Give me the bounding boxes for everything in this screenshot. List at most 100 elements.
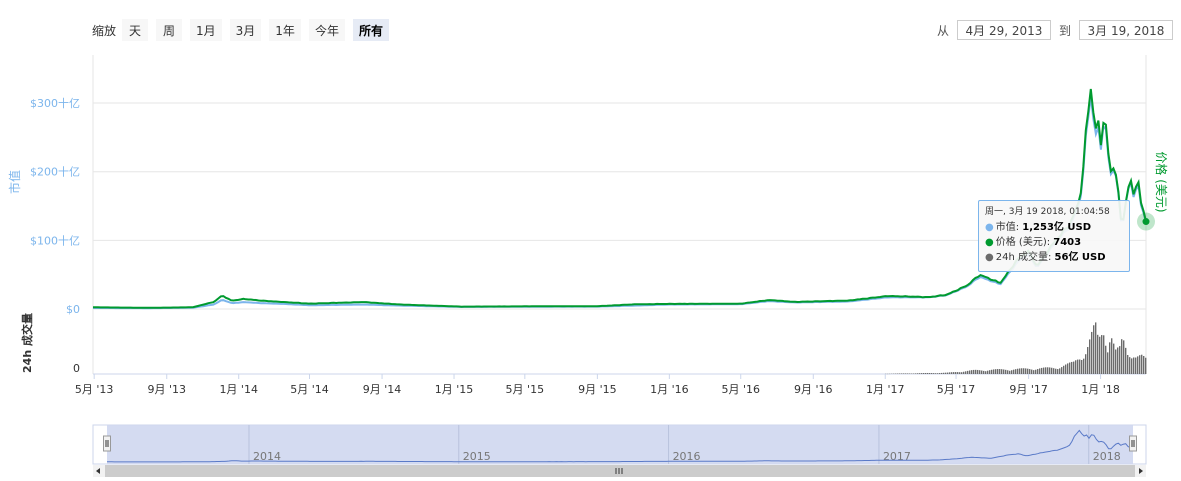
volume-bar [967, 370, 969, 374]
tooltip-market-cap-value: 1,253亿 USD [1022, 222, 1092, 233]
volume-bar [1145, 357, 1147, 374]
range-to-label: 到 [1058, 23, 1071, 38]
volume-bar [1049, 367, 1051, 374]
volume-bar [1075, 360, 1077, 374]
volume-bar [1141, 354, 1143, 374]
volume-bar [1091, 331, 1093, 374]
volume-bar [1043, 367, 1045, 374]
x-axis-tick-label: 9月 '17 [1009, 383, 1048, 396]
volume-bar [1015, 369, 1017, 374]
tooltip-price-value: 7403 [1053, 237, 1082, 248]
volume-bar [1113, 343, 1115, 374]
x-axis-tick-label: 9月 '15 [578, 383, 617, 396]
volume-bar [1105, 345, 1107, 374]
volume-bar [997, 369, 999, 374]
handle-body[interactable] [103, 435, 111, 452]
volume-bar [1099, 336, 1101, 374]
zoom-week-button[interactable]: 周 [156, 19, 183, 41]
volume-bar [951, 372, 953, 374]
volume-bar [973, 369, 975, 374]
x-axis-tick-label: 5月 '15 [506, 383, 545, 396]
price-line [93, 88, 1147, 309]
range-from-label: 从 [936, 23, 949, 38]
volume-bar [917, 373, 919, 374]
price-dot-icon: ● [985, 237, 994, 248]
volume-bar [901, 373, 903, 374]
volume-bar [1005, 369, 1007, 374]
volume-bar [1115, 349, 1117, 374]
volume-bar [993, 369, 995, 374]
zoom-1year-button[interactable]: 1年 [269, 19, 301, 41]
volume-bar [1067, 363, 1069, 374]
navigator-left-handle[interactable] [103, 435, 111, 452]
volume-bar [927, 372, 929, 374]
volume-bar [945, 372, 947, 374]
volume-bar [915, 373, 917, 374]
volume-bar [1103, 335, 1105, 374]
volume-bar [909, 373, 911, 374]
volume-bar [1133, 357, 1135, 374]
volume-bar [1109, 342, 1111, 374]
range-to-input[interactable] [1079, 20, 1173, 40]
volume-bar [1019, 368, 1021, 374]
volume-bar [1001, 369, 1003, 374]
left-axis-tick-label: $0 [66, 303, 80, 316]
volume-bar [995, 369, 997, 374]
volume-bar [919, 373, 921, 374]
volume-bar [1011, 370, 1013, 374]
volume-bar [905, 373, 907, 374]
volume-bar [1087, 347, 1089, 374]
volume-bar [987, 370, 989, 374]
volume-axis-title: 24h 成交量 [20, 313, 34, 373]
hover-point [1142, 218, 1150, 226]
volume-bar [957, 372, 959, 374]
volume-bar [1129, 357, 1131, 374]
volume-bar [921, 373, 923, 374]
navigator-year-label: 2018 [1093, 450, 1121, 463]
volume-bar [963, 371, 965, 374]
volume-bar [1071, 361, 1073, 374]
volume-bar [1023, 368, 1025, 374]
volume-bar [1111, 338, 1113, 374]
left-axis-tick-label: $300十亿 [30, 96, 80, 110]
volume-bar [1041, 367, 1043, 374]
range-from-input[interactable] [956, 20, 1051, 40]
navigator[interactable]: 2014 2015 2016 2017 2018 [92, 424, 1147, 477]
volume-axis-tick-label: 0 [73, 362, 80, 375]
volume-bar [1029, 369, 1031, 374]
volume-bar [977, 369, 979, 374]
zoom-3month-button[interactable]: 3月 [229, 19, 262, 41]
volume-bar [935, 373, 937, 374]
zoom-all-button[interactable]: 所有 [352, 19, 389, 41]
volume-bar [969, 370, 971, 374]
volume-bar [1085, 354, 1087, 374]
zoom-ytd-button[interactable]: 今年 [308, 19, 345, 41]
volume-bar [975, 369, 977, 374]
x-axis-tick-label: 9月 '13 [147, 383, 186, 396]
volume-bar [999, 369, 1001, 374]
volume-bar [983, 370, 985, 374]
volume-bar [1069, 362, 1071, 374]
scrollbar-thumb[interactable] [105, 465, 1135, 477]
navigator-right-handle[interactable] [1129, 435, 1137, 452]
handle-body[interactable] [1129, 435, 1137, 452]
volume-bar [1063, 365, 1065, 374]
navigator-year-label: 2015 [463, 450, 491, 463]
volume-bar [1003, 369, 1005, 374]
zoom-day-button[interactable]: 天 [122, 19, 149, 41]
x-axis-tick-label: 9月 '14 [363, 383, 402, 396]
volume-bar [939, 373, 941, 374]
volume-bar [1055, 368, 1057, 374]
volume-bar [923, 373, 925, 374]
volume-bar [1031, 369, 1033, 374]
zoom-1month-button[interactable]: 1月 [190, 19, 222, 41]
volume-bar [1047, 367, 1049, 374]
volume-bar [933, 373, 935, 374]
volume-bar [953, 372, 955, 374]
navigator-year-label: 2017 [883, 450, 911, 463]
volume-bar [1089, 339, 1091, 374]
volume-series [885, 322, 1147, 375]
volume-bar [1083, 358, 1085, 374]
price-series [93, 88, 1147, 310]
volume-bar [1107, 352, 1109, 374]
